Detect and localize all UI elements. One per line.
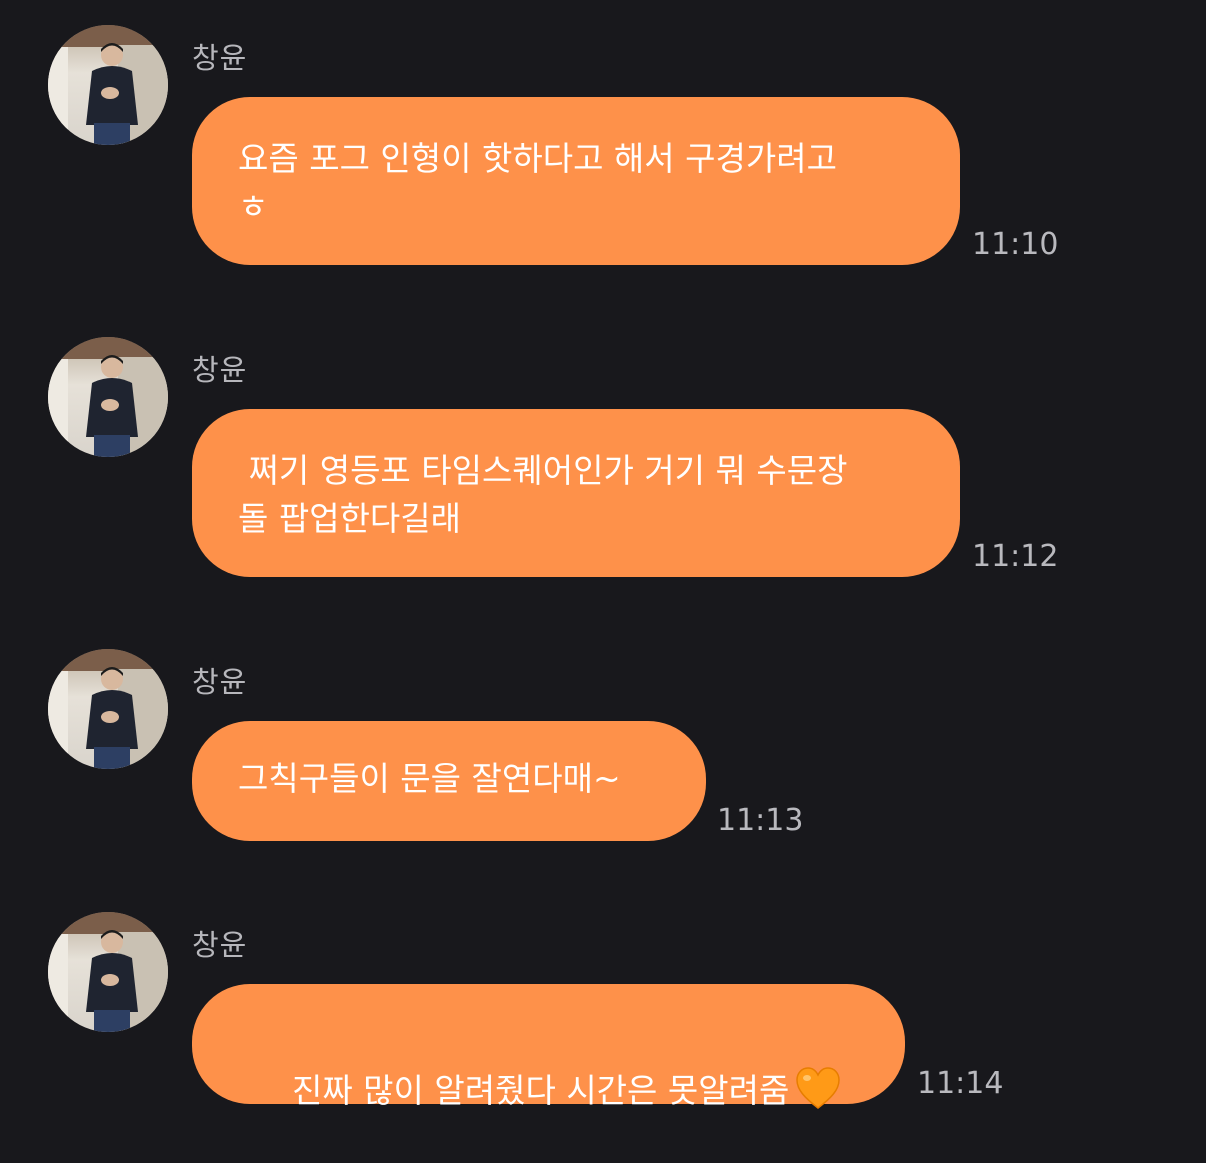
profile-photo (48, 649, 168, 769)
message-2: 창윤 쩌기 영등포 타임스퀘어인가 거기 뭐 수문장 돌 팝업한다길래 11:1… (0, 337, 1206, 582)
profile-photo (48, 912, 168, 1032)
message-time: 11:13 (717, 803, 804, 838)
message-text: 진짜 많이 알려줬다 시간은 못알려줌 (291, 1071, 790, 1110)
message-1: 창윤 요즘 포그 인형이 핫하다고 해서 구경가려고 ㅎ 11:10 (0, 25, 1206, 270)
sender-name: 창윤 (192, 665, 248, 699)
avatar[interactable] (48, 337, 168, 457)
sender-name: 창윤 (192, 41, 248, 75)
message-time: 11:14 (917, 1066, 1004, 1101)
message-time: 11:10 (972, 227, 1059, 262)
avatar[interactable] (48, 649, 168, 769)
profile-photo (48, 25, 168, 145)
message-3: 창윤 그칙구들이 문을 잘연다매~ 11:13 (0, 649, 1206, 849)
message-bubble[interactable]: 쩌기 영등포 타임스퀘어인가 거기 뭐 수문장 돌 팝업한다길래 (192, 409, 960, 577)
message-4: 창윤 진짜 많이 알려줬다 시간은 못알려줌 11:14 (0, 912, 1206, 1112)
avatar[interactable] (48, 25, 168, 145)
avatar[interactable] (48, 912, 168, 1032)
message-bubble[interactable]: 요즘 포그 인형이 핫하다고 해서 구경가려고 ㅎ (192, 97, 960, 265)
message-bubble[interactable]: 진짜 많이 알려줬다 시간은 못알려줌 (192, 984, 905, 1110)
message-bubble[interactable]: 그칙구들이 문을 잘연다매~ (192, 721, 706, 841)
sender-name: 창윤 (192, 928, 248, 962)
message-time: 11:12 (972, 539, 1059, 574)
profile-photo (48, 337, 168, 457)
sender-name: 창윤 (192, 353, 248, 387)
orange-heart-icon (795, 1066, 841, 1110)
